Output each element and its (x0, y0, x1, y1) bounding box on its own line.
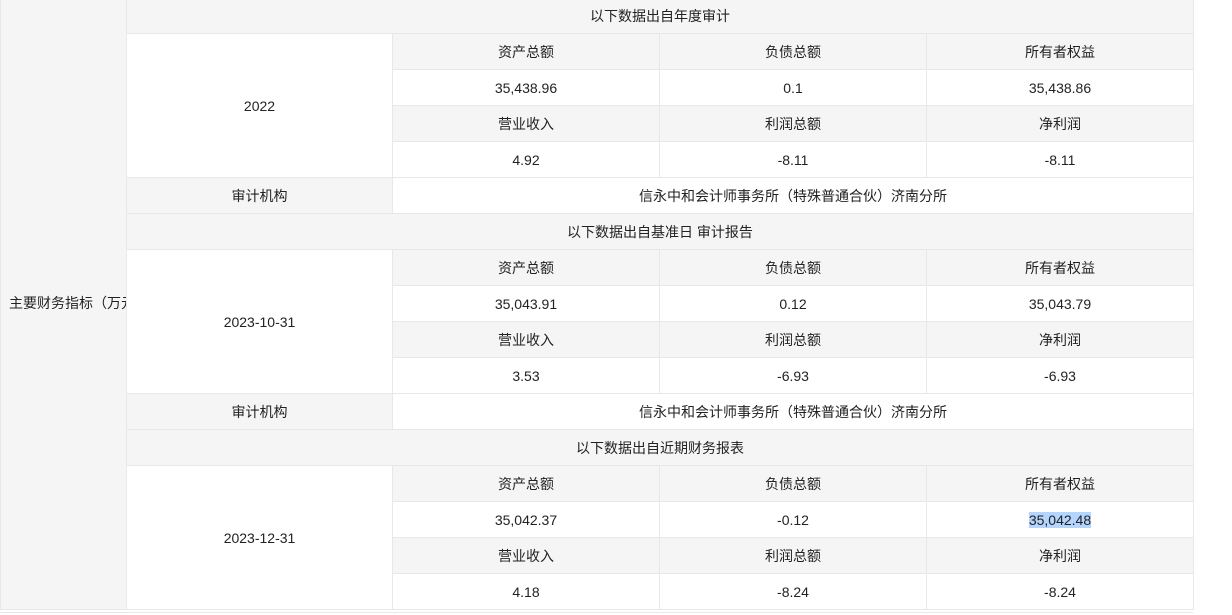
liabilities-value: 0.1 (659, 69, 927, 106)
audit-firm-label: 审计机构 (126, 177, 393, 214)
total-profit-header: 利润总额 (659, 105, 927, 142)
section-title: 以下数据出自近期财务报表 (126, 429, 1194, 466)
section-title: 以下数据出自年度审计 (126, 0, 1194, 34)
net-profit-value: -6.93 (926, 357, 1194, 394)
total-profit-value: -8.24 (659, 573, 927, 610)
main-financial-indicators-label: 主要财务指标（万元） (0, 0, 127, 610)
net-profit-value: -8.24 (926, 573, 1194, 610)
total-profit-header: 利润总额 (659, 321, 927, 358)
assets-header: 资产总额 (392, 33, 660, 70)
liabilities-value: -0.12 (659, 501, 927, 538)
equity-header: 所有者权益 (926, 465, 1194, 502)
liabilities-header: 负债总额 (659, 249, 927, 286)
assets-value: 35,043.91 (392, 285, 660, 322)
financial-indicators-panel: 主要财务指标（万元） 以下数据出自年度审计 2022 资产总额 负债总额 所有者… (0, 0, 1232, 615)
net-profit-value: -8.11 (926, 141, 1194, 178)
period-date: 2022 (126, 33, 393, 178)
revenue-header: 营业收入 (392, 321, 660, 358)
assets-header: 资产总额 (392, 465, 660, 502)
section-title: 以下数据出自基准日 审计报告 (126, 213, 1194, 250)
revenue-value: 4.18 (392, 573, 660, 610)
equity-header: 所有者权益 (926, 249, 1194, 286)
financial-indicators-table: 主要财务指标（万元） 以下数据出自年度审计 2022 资产总额 负债总额 所有者… (0, 0, 1194, 610)
revenue-header: 营业收入 (392, 537, 660, 574)
period-date: 2023-12-31 (126, 465, 393, 610)
selected-equity-text[interactable]: 35,042.48 (1028, 511, 1092, 528)
liabilities-header: 负债总额 (659, 33, 927, 70)
equity-value: 35,043.79 (926, 285, 1194, 322)
assets-value: 35,438.96 (392, 69, 660, 106)
net-profit-header: 净利润 (926, 105, 1194, 142)
revenue-header: 营业收入 (392, 105, 660, 142)
net-profit-header: 净利润 (926, 321, 1194, 358)
equity-header: 所有者权益 (926, 33, 1194, 70)
total-profit-value: -8.11 (659, 141, 927, 178)
equity-value[interactable]: 35,042.48 (926, 501, 1194, 538)
audit-firm-label: 审计机构 (126, 393, 393, 430)
equity-value: 35,438.86 (926, 69, 1194, 106)
table-bottom-divider (0, 612, 1193, 613)
total-profit-header: 利润总额 (659, 537, 927, 574)
audit-firm-value: 信永中和会计师事务所（特殊普通合伙）济南分所 (392, 393, 1194, 430)
net-profit-header: 净利润 (926, 537, 1194, 574)
total-profit-value: -6.93 (659, 357, 927, 394)
assets-header: 资产总额 (392, 249, 660, 286)
period-date: 2023-10-31 (126, 249, 393, 394)
liabilities-header: 负债总额 (659, 465, 927, 502)
liabilities-value: 0.12 (659, 285, 927, 322)
revenue-value: 4.92 (392, 141, 660, 178)
assets-value: 35,042.37 (392, 501, 660, 538)
revenue-value: 3.53 (392, 357, 660, 394)
audit-firm-value: 信永中和会计师事务所（特殊普通合伙）济南分所 (392, 177, 1194, 214)
